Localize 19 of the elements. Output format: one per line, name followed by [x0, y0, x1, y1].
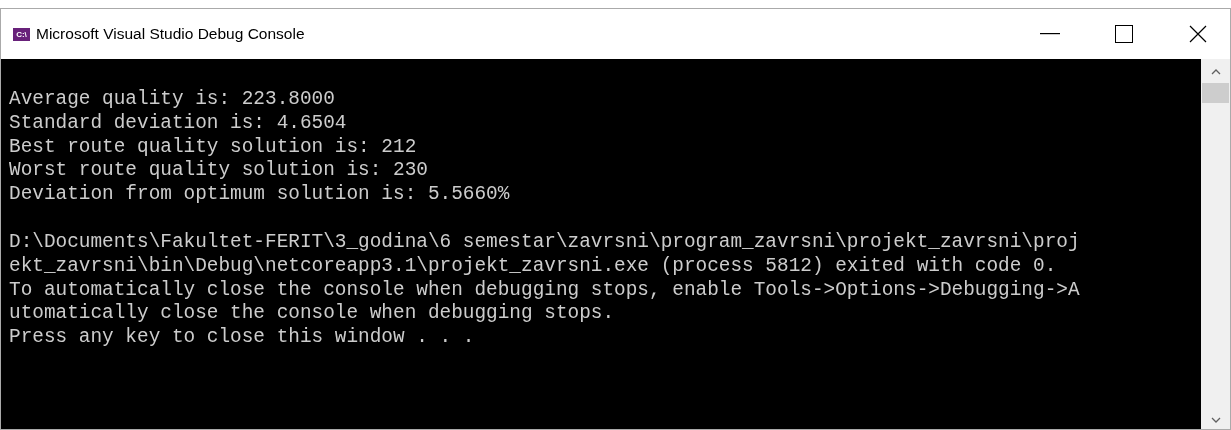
console-line: Standard deviation is: 4.6504 — [9, 111, 348, 136]
scroll-down-icon[interactable] — [1210, 417, 1221, 423]
console-line: Worst route quality solution is: 230 — [9, 159, 429, 184]
console-line: Best route quality solution is: 212 — [9, 135, 418, 160]
console-line: D:\Documents\Fakultet-FERIT\3_godina\6 semestar\zavrsni\program_zavrsni\projekt_zavrsni\proj — [9, 231, 1081, 255]
console-line: To automatically close the console when debugging stops, enable Tools->Options->Debugging->A — [9, 278, 1081, 303]
window-title: Microsoft Visual Studio Debug Console — [36, 24, 305, 45]
console-line: ekt_zavrsni\bin\Debug\netcoreapp3.1\projekt_zavrsni.exe (process 5812) exited with code 0. — [9, 254, 1058, 279]
console-line: utomatically close the console when debugging stops. — [9, 302, 616, 327]
console-line: Deviation from optimum solution is: 5.5660% — [9, 183, 511, 207]
scrollbar[interactable] — [1201, 59, 1230, 429]
console-line: Average quality is: 223.8000 — [9, 88, 336, 112]
minimize-icon — [1040, 33, 1060, 35]
maximize-icon — [1115, 25, 1133, 43]
app-icon: C:\ — [13, 27, 30, 41]
console-line: Press any key to close this window . . . — [9, 326, 476, 350]
close-icon — [1189, 25, 1207, 43]
scroll-thumb[interactable] — [1202, 83, 1229, 103]
scroll-up-icon[interactable] — [1210, 69, 1221, 75]
